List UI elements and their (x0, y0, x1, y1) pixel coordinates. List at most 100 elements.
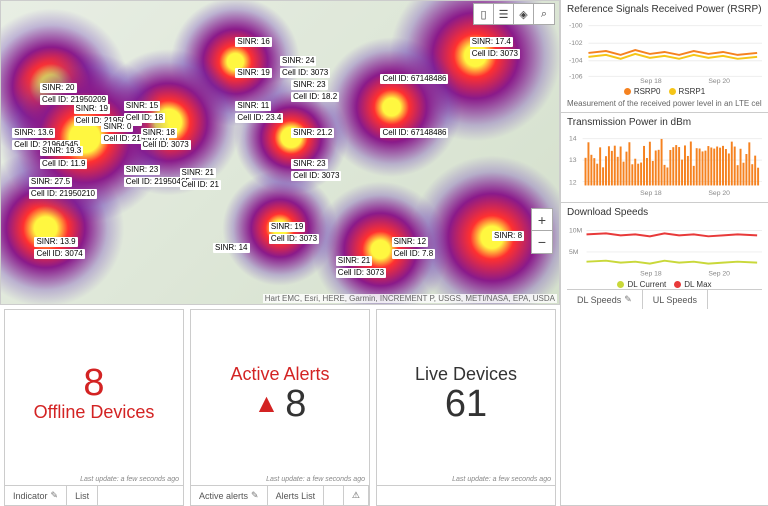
kpi-row: 8 Offline Devices Last update: a few sec… (0, 305, 560, 506)
cell-id-label: Cell ID: 18.2 (291, 92, 339, 102)
dl-tabs: DL Speeds✎ UL Speeds (567, 289, 762, 309)
offline-label: Offline Devices (34, 402, 155, 423)
chart-title: Download Speeds (567, 207, 762, 218)
map-attribution: Hart EMC, Esri, HERE, Garmin, INCREMENT … (263, 294, 557, 303)
legend-dot-icon (669, 88, 676, 95)
tab-list[interactable]: List (67, 486, 98, 505)
tab-indicator[interactable]: Indicator✎ (5, 486, 67, 505)
sinr-label: SINR: 21 (336, 256, 372, 266)
charts-sidebar: Reference Signals Received Power (RSRP) … (560, 0, 768, 506)
alerts-count: 8 (285, 385, 306, 423)
sinr-label: SINR: 11 (235, 101, 271, 111)
tab-ul-speeds[interactable]: UL Speeds (643, 290, 708, 309)
cell-id-label: Cell ID: 7.8 (392, 249, 436, 259)
svg-text:Sep 18: Sep 18 (640, 270, 662, 277)
zoom-in-button[interactable]: + (532, 209, 552, 231)
pencil-icon: ✎ (624, 294, 632, 305)
sinr-label: SINR: 23 (291, 159, 327, 169)
sinr-label: SINR: 15 (124, 101, 160, 111)
live-count: 61 (445, 385, 487, 423)
cell-id-label: Cell ID: 3073 (269, 234, 319, 244)
pencil-icon: ✎ (51, 490, 59, 501)
cell-id-label: Cell ID: 3073 (291, 171, 341, 181)
tab-active-alerts[interactable]: Active alerts✎ (191, 486, 268, 505)
sinr-label: SINR: 0 (101, 122, 133, 132)
bookmark-icon[interactable]: ▯ (474, 4, 494, 24)
warning-icon[interactable]: ⚠ (343, 486, 369, 505)
cell-id-label: Cell ID: 3073 (280, 68, 330, 78)
sinr-label: SINR: 19.3 (40, 146, 83, 156)
sinr-label: SINR: 12 (392, 237, 428, 247)
legend-dot-icon (624, 88, 631, 95)
zoom-out-button[interactable]: − (532, 231, 552, 253)
cell-id-label: Cell ID: 3074 (34, 249, 84, 259)
rsrp-legend: RSRP0 RSRP1 (567, 87, 762, 96)
legend-dot-icon (617, 281, 624, 288)
svg-text:Sep 20: Sep 20 (708, 78, 730, 85)
sinr-label: SINR: 20 (40, 83, 76, 93)
cell-id-label: Cell ID: 67148486 (380, 74, 448, 84)
sinr-label: SINR: 18 (141, 128, 177, 138)
sinr-label: SINR: 23 (124, 165, 160, 175)
live-title: Live Devices (415, 364, 517, 385)
live-devices-card: Live Devices 61 Last update: a few secon… (376, 309, 556, 506)
sinr-label: SINR: 14 (213, 243, 249, 253)
dl-legend: DL Current DL Max (567, 280, 762, 289)
rsrp-chart: Reference Signals Received Power (RSRP) … (561, 0, 768, 113)
offline-devices-card: 8 Offline Devices Last update: a few sec… (4, 309, 184, 506)
svg-text:-104: -104 (569, 58, 583, 65)
chart-description: Measurement of the received power level … (567, 99, 762, 108)
last-update: Last update: a few seconds ago (5, 476, 183, 485)
sinr-label: SINR: 21 (180, 168, 216, 178)
offline-count: 8 (83, 364, 104, 402)
svg-text:13: 13 (569, 157, 577, 164)
3d-cube-icon[interactable]: ◈ (514, 4, 534, 24)
cell-id-label: Cell ID: 3073 (141, 140, 191, 150)
cell-id-label: Cell ID: 67148486 (380, 128, 448, 138)
list-icon[interactable]: ☰ (494, 4, 514, 24)
last-update: Last update: a few seconds ago (191, 476, 369, 485)
tab-dl-speeds[interactable]: DL Speeds✎ (567, 290, 643, 309)
cell-id-label: Cell ID: 21950210 (29, 189, 97, 199)
svg-text:-102: -102 (569, 40, 583, 47)
sinr-label: SINR: 17.4 (470, 37, 513, 47)
sinr-label: SINR: 23 (291, 80, 327, 90)
legend-dot-icon (674, 281, 681, 288)
sinr-label: SINR: 24 (280, 56, 316, 66)
sinr-label: SINR: 21.2 (291, 128, 334, 138)
search-icon[interactable]: ⌕ (534, 4, 554, 24)
active-alerts-card: Active Alerts ▲ 8 Last update: a few sec… (190, 309, 370, 506)
svg-text:Sep 18: Sep 18 (640, 190, 662, 197)
cell-id-label: Cell ID: 3073 (336, 268, 386, 278)
sinr-label: SINR: 13.9 (34, 237, 77, 247)
map-toolbar: ▯ ☰ ◈ ⌕ (473, 3, 555, 25)
svg-text:10M: 10M (569, 227, 583, 234)
sinr-label: SINR: 19 (74, 104, 110, 114)
sinr-label: SINR: 27.5 (29, 177, 72, 187)
svg-text:Sep 20: Sep 20 (708, 190, 730, 197)
svg-text:Sep 20: Sep 20 (708, 270, 730, 277)
chart-title: Transmission Power in dBm (567, 117, 762, 128)
svg-text:5M: 5M (569, 249, 579, 256)
sinr-label: SINR: 19 (235, 68, 271, 78)
sinr-label: SINR: 16 (235, 37, 271, 47)
pencil-icon: ✎ (251, 490, 259, 501)
svg-text:14: 14 (569, 136, 577, 143)
tab-alerts-list[interactable]: Alerts List (268, 486, 325, 505)
cell-id-label: Cell ID: 23.4 (235, 113, 283, 123)
alert-triangle-icon: ▲ (254, 388, 280, 419)
tx-power-chart: Transmission Power in dBm 14 13 12 Sep 1… (561, 113, 768, 203)
cell-id-label: Cell ID: 21 (180, 180, 221, 190)
cell-id-label: Cell ID: 18 (124, 113, 165, 123)
download-speeds-chart: Download Speeds 10M 5M Sep 18 Sep 20 DL … (561, 203, 768, 506)
cell-id-label: Cell ID: 3073 (470, 49, 520, 59)
sinr-label: SINR: 13.6 (12, 128, 55, 138)
alerts-title: Active Alerts (230, 364, 329, 385)
sinr-label: SINR: 19 (269, 222, 305, 232)
signal-coverage-map[interactable]: SINR: 20Cell ID: 21950209SINR: 13.6Cell … (0, 0, 560, 305)
chart-title: Reference Signals Received Power (RSRP) (567, 4, 762, 15)
svg-text:12: 12 (569, 179, 577, 186)
svg-text:Sep 18: Sep 18 (640, 78, 662, 85)
svg-text:-106: -106 (569, 73, 583, 80)
sinr-label: SINR: 8 (492, 231, 524, 241)
